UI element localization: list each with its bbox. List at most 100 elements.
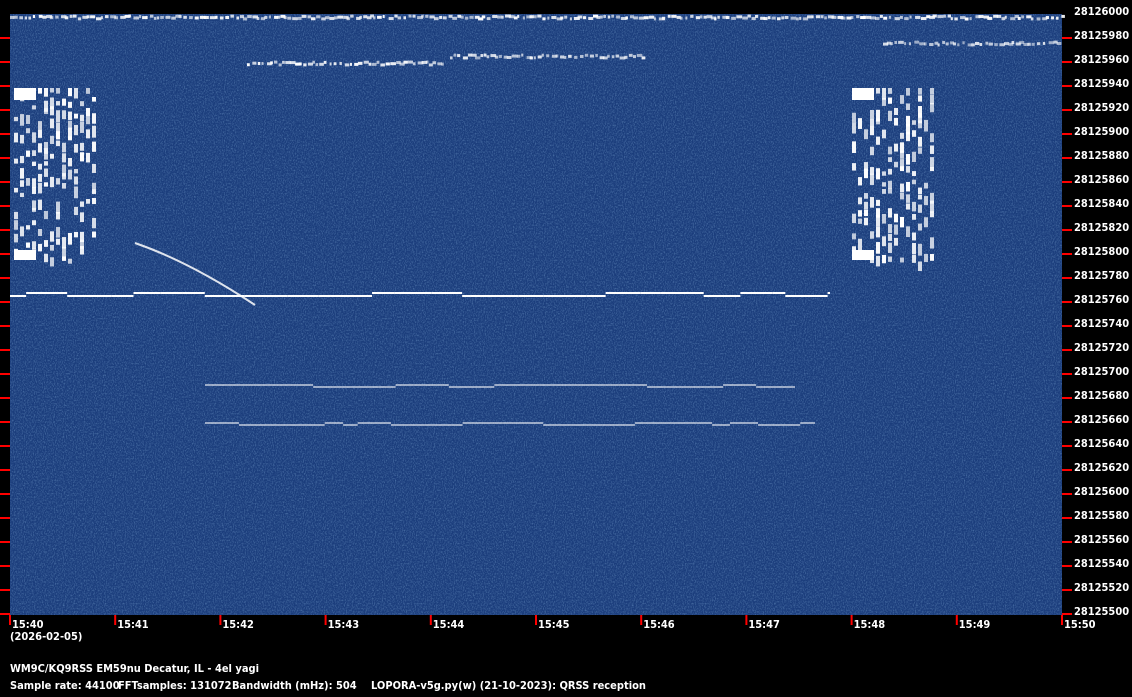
carrier-trace bbox=[397, 16, 402, 20]
fsk-trace bbox=[723, 384, 757, 386]
carrier-trace bbox=[277, 15, 281, 19]
carrier-trace bbox=[32, 15, 36, 19]
y-tick-label: 28125580 bbox=[1074, 509, 1130, 522]
burst-signal bbox=[56, 88, 60, 94]
carrier-trace bbox=[695, 16, 700, 20]
y-tick-right bbox=[1062, 517, 1072, 519]
carrier-trace bbox=[648, 15, 655, 19]
burst-signal bbox=[74, 186, 78, 199]
burst-signal bbox=[80, 101, 84, 107]
burst-signal bbox=[888, 180, 892, 189]
carrier-trace bbox=[346, 17, 350, 21]
y-tick-label: 28125700 bbox=[1074, 365, 1130, 378]
y-tick-right bbox=[1062, 205, 1072, 207]
carrier-trace bbox=[529, 56, 533, 60]
carrier-trace bbox=[541, 53, 544, 57]
carrier-trace bbox=[128, 14, 132, 18]
carrier-trace bbox=[555, 54, 559, 58]
carrier-trace bbox=[506, 56, 512, 60]
carrier-trace bbox=[310, 17, 316, 21]
y-tick-label: 28125820 bbox=[1074, 221, 1130, 234]
fsk-trace bbox=[133, 292, 161, 294]
carrier-trace bbox=[638, 16, 645, 20]
fsk-trace bbox=[687, 386, 724, 388]
y-tick-left bbox=[0, 349, 10, 351]
carrier-trace bbox=[964, 17, 969, 21]
y-tick-label: 28125760 bbox=[1074, 293, 1130, 306]
carrier-trace bbox=[72, 14, 77, 18]
spectrogram bbox=[0, 14, 1072, 625]
burst-signal bbox=[894, 237, 898, 246]
burst-signal bbox=[56, 178, 60, 185]
fsk-trace bbox=[431, 292, 463, 294]
carrier-trace bbox=[373, 16, 376, 20]
burst-signal bbox=[912, 255, 916, 263]
carrier-trace bbox=[1031, 42, 1035, 46]
carrier-trace bbox=[904, 17, 909, 21]
carrier-trace bbox=[95, 17, 102, 21]
burst-signal bbox=[876, 214, 880, 227]
carrier-trace bbox=[679, 16, 683, 20]
carrier-trace bbox=[924, 42, 927, 46]
fsk-trace bbox=[451, 424, 463, 426]
carrier-trace bbox=[394, 14, 398, 18]
y-tick-left bbox=[0, 205, 10, 207]
fsk-trace bbox=[324, 422, 344, 424]
burst-signal bbox=[858, 118, 862, 129]
carrier-trace bbox=[19, 16, 24, 20]
carrier-trace bbox=[767, 16, 771, 20]
carrier-trace bbox=[209, 16, 216, 20]
burst-signal bbox=[882, 171, 886, 176]
burst-signal bbox=[50, 257, 54, 267]
carrier-trace bbox=[537, 55, 542, 59]
carrier-trace bbox=[104, 15, 109, 19]
fsk-trace bbox=[205, 384, 228, 386]
carrier-trace bbox=[588, 17, 594, 21]
burst-signal bbox=[906, 88, 910, 96]
burst-signal bbox=[912, 214, 916, 220]
burst-signal bbox=[38, 199, 42, 210]
carrier-trace bbox=[278, 63, 282, 67]
carrier-trace bbox=[754, 14, 759, 18]
carrier-trace bbox=[815, 15, 821, 19]
burst-signal bbox=[92, 231, 96, 238]
carrier-trace bbox=[429, 15, 435, 19]
carrier-trace bbox=[875, 16, 880, 20]
fsk-trace bbox=[758, 424, 801, 426]
burst-signal bbox=[918, 88, 922, 95]
burst-signal bbox=[912, 201, 916, 212]
fsk-trace bbox=[602, 424, 635, 426]
burst-signal bbox=[876, 136, 880, 145]
y-tick-left bbox=[0, 181, 10, 183]
carrier-trace bbox=[450, 56, 453, 60]
burst-signal bbox=[864, 201, 868, 210]
y-tick-right bbox=[1062, 229, 1072, 231]
carrier-trace bbox=[560, 55, 565, 59]
burst-signal bbox=[912, 232, 916, 241]
carrier-trace bbox=[611, 14, 614, 18]
carrier-trace bbox=[776, 17, 781, 21]
carrier-trace bbox=[763, 17, 768, 21]
carrier-trace bbox=[962, 41, 965, 45]
burst-signal bbox=[74, 176, 78, 185]
y-tick-label: 28125980 bbox=[1074, 29, 1130, 42]
fsk-trace bbox=[10, 295, 27, 297]
burst-signal bbox=[924, 217, 928, 228]
y-tick-label: 28125620 bbox=[1074, 461, 1130, 474]
fsk-trace bbox=[756, 386, 795, 388]
fsk-trace bbox=[227, 384, 254, 386]
y-tick-label: 28125840 bbox=[1074, 197, 1130, 210]
carrier-trace bbox=[714, 17, 717, 21]
carrier-trace bbox=[537, 14, 542, 18]
burst-signal bbox=[930, 94, 934, 105]
fsk-trace bbox=[543, 424, 558, 426]
burst-signal bbox=[876, 118, 880, 125]
burst-signal bbox=[864, 193, 868, 199]
burst-signal bbox=[80, 142, 84, 151]
carrier-trace bbox=[432, 61, 437, 65]
burst-signal bbox=[50, 231, 54, 242]
x-tick bbox=[219, 615, 222, 625]
y-tick-right bbox=[1062, 565, 1072, 567]
burst-signal bbox=[80, 152, 84, 162]
carrier-trace bbox=[790, 16, 797, 20]
